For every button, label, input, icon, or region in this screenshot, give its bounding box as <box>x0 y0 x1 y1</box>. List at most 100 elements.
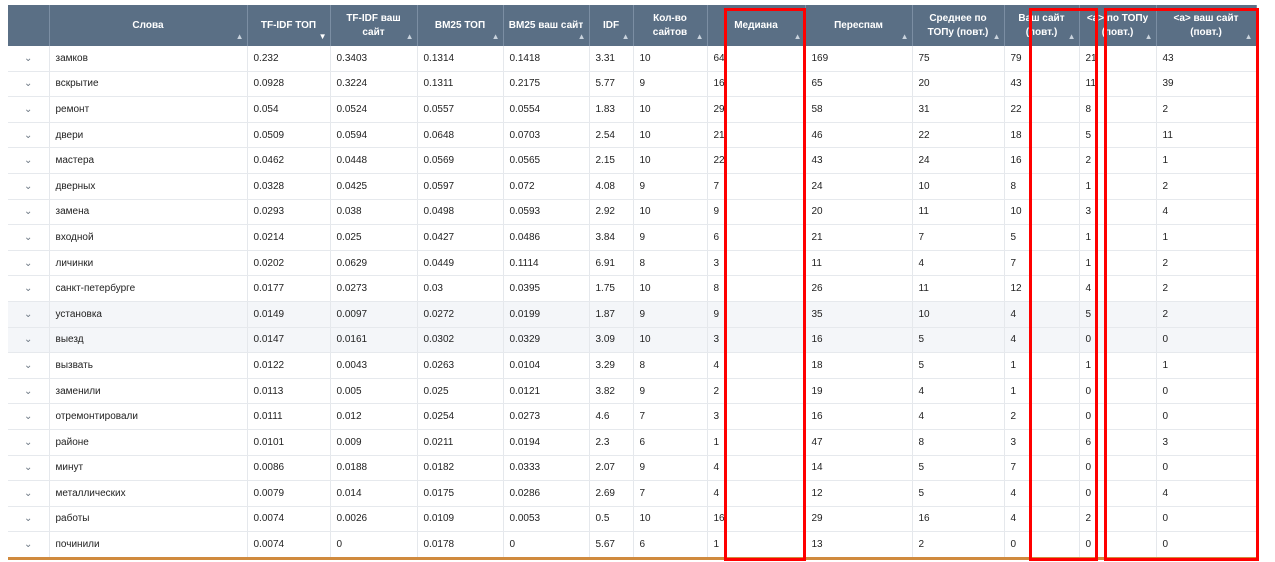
expand-row-chevron-icon[interactable]: ⌄ <box>8 506 50 533</box>
value-cell: 6.91 <box>589 250 634 277</box>
expand-header <box>8 5 50 46</box>
expand-row-chevron-icon[interactable]: ⌄ <box>8 327 50 354</box>
value-cell: 4 <box>1004 301 1080 328</box>
col-header-tfidf-site[interactable]: TF-IDF ваш сайт ▲ <box>330 5 418 46</box>
value-cell: 2.69 <box>589 480 634 507</box>
col-header-your-site[interactable]: Ваш сайт (повт.) ▲ <box>1004 5 1080 46</box>
table-row[interactable]: ⌄ заменили 0.0113 0.005 0.025 0.0121 3.82 9 2 19 4… <box>8 378 1257 405</box>
value-cell: 0.0104 <box>503 352 590 379</box>
table-row[interactable]: ⌄ работы 0.0074 0.0026 0.0109 0.0053 0.5 10 16 29… <box>8 506 1257 533</box>
sort-asc-icon[interactable]: ▲ <box>492 30 500 44</box>
value-cell: 4 <box>912 250 1005 277</box>
col-header-bm25-site[interactable]: BM25 ваш сайт ▲ <box>503 5 590 46</box>
table-row[interactable]: ⌄ дверных 0.0328 0.0425 0.0597 0.072 4.08 9 7 24 1… <box>8 173 1257 200</box>
value-cell: 0.3224 <box>330 71 418 98</box>
expand-row-chevron-icon[interactable]: ⌄ <box>8 480 50 507</box>
table-row[interactable]: ⌄ вызвать 0.0122 0.0043 0.0263 0.0104 3.29 8 4 18… <box>8 352 1257 379</box>
col-header-idf[interactable]: IDF ▲ <box>589 5 634 46</box>
sort-asc-icon[interactable]: ▲ <box>578 30 586 44</box>
col-header-tfidf-top[interactable]: TF-IDF ТОП ▼ <box>247 5 331 46</box>
value-cell: 0.0053 <box>503 506 590 533</box>
expand-row-chevron-icon[interactable]: ⌄ <box>8 199 50 226</box>
value-cell: 2 <box>1079 147 1157 174</box>
col-header-spam[interactable]: Переспам ▲ <box>805 5 913 46</box>
value-cell: 5 <box>912 352 1005 379</box>
table-row[interactable]: ⌄ районе 0.0101 0.009 0.0211 0.0194 2.3 6 1 47 8 3 6… <box>8 429 1257 456</box>
col-header-avg-top[interactable]: Среднее по ТОПу (повт.) ▲ <box>912 5 1005 46</box>
expand-row-chevron-icon[interactable]: ⌄ <box>8 122 50 149</box>
expand-row-chevron-icon[interactable]: ⌄ <box>8 455 50 482</box>
table-row[interactable]: ⌄ замена 0.0293 0.038 0.0498 0.0593 2.92 10 9 20 1… <box>8 199 1257 226</box>
value-cell: 9 <box>633 301 708 328</box>
value-cell: 0.3403 <box>330 46 418 72</box>
table-row[interactable]: ⌄ вскрытие 0.0928 0.3224 0.1311 0.2175 5.77 9 16… <box>8 71 1257 98</box>
col-header-anchor-site[interactable]: <a> ваш сайт (повт.) ▲ <box>1156 5 1257 46</box>
expand-row-chevron-icon[interactable]: ⌄ <box>8 429 50 456</box>
value-cell: 2.54 <box>589 122 634 149</box>
col-header-median[interactable]: Медиана ▲ <box>707 5 806 46</box>
expand-row-chevron-icon[interactable]: ⌄ <box>8 275 50 302</box>
expand-row-chevron-icon[interactable]: ⌄ <box>8 147 50 174</box>
value-cell: 0.0425 <box>330 173 418 200</box>
col-header-sites-count[interactable]: Кол-во сайтов ▲ <box>633 5 708 46</box>
value-cell: 16 <box>707 71 806 98</box>
value-cell: 3 <box>1004 429 1080 456</box>
expand-row-chevron-icon[interactable]: ⌄ <box>8 224 50 251</box>
sort-asc-icon[interactable]: ▲ <box>1068 30 1076 44</box>
value-cell: 0.0648 <box>417 122 504 149</box>
value-cell: 1 <box>1156 352 1257 379</box>
sort-asc-icon[interactable]: ▲ <box>696 30 704 44</box>
table-row[interactable]: ⌄ отремонтировали 0.0111 0.012 0.0254 0.0273 4… <box>8 403 1257 430</box>
sort-asc-icon[interactable]: ▲ <box>622 30 630 44</box>
value-cell: 7 <box>633 403 708 430</box>
table-row[interactable]: ⌄ минут 0.0086 0.0188 0.0182 0.0333 2.07 9 4 14 5 7… <box>8 455 1257 482</box>
expand-row-chevron-icon[interactable]: ⌄ <box>8 352 50 379</box>
table-row[interactable]: ⌄ установка 0.0149 0.0097 0.0272 0.0199 1.87 9 9… <box>8 301 1257 328</box>
table-row[interactable]: ⌄ металлических 0.0079 0.014 0.0175 0.0286 2.6… <box>8 480 1257 507</box>
value-cell: 10 <box>1004 199 1080 226</box>
table-row[interactable]: ⌄ двери 0.0509 0.0594 0.0648 0.0703 2.54 10 21 46… <box>8 122 1257 149</box>
term-cell: металлических <box>49 480 248 507</box>
value-cell: 8 <box>912 429 1005 456</box>
expand-row-chevron-icon[interactable]: ⌄ <box>8 378 50 405</box>
value-cell: 46 <box>805 122 913 149</box>
expand-row-chevron-icon[interactable]: ⌄ <box>8 403 50 430</box>
value-cell: 0 <box>1004 531 1080 560</box>
expand-row-chevron-icon[interactable]: ⌄ <box>8 531 50 560</box>
value-cell: 3 <box>707 327 806 354</box>
expand-row-chevron-icon[interactable]: ⌄ <box>8 173 50 200</box>
value-cell: 1.87 <box>589 301 634 328</box>
sort-asc-icon[interactable]: ▲ <box>993 30 1001 44</box>
col-header-bm25-top[interactable]: BM25 ТОП ▲ <box>417 5 504 46</box>
table-row[interactable]: ⌄ мастера 0.0462 0.0448 0.0569 0.0565 2.15 10 22… <box>8 147 1257 174</box>
col-header-anchor-top[interactable]: <a> по ТОПу (повт.) ▲ <box>1079 5 1157 46</box>
table-row[interactable]: ⌄ входной 0.0214 0.025 0.0427 0.0486 3.84 9 6 21 7… <box>8 224 1257 251</box>
sort-asc-icon[interactable]: ▲ <box>1245 30 1253 44</box>
col-header-words[interactable]: Слова ▲ <box>49 5 248 46</box>
value-cell: 0.012 <box>330 403 418 430</box>
table-row[interactable]: ⌄ замков 0.232 0.3403 0.1314 0.1418 3.31 10 64 16… <box>8 46 1257 72</box>
table-row[interactable]: ⌄ ремонт 0.054 0.0524 0.0557 0.0554 1.83 10 29 58… <box>8 96 1257 123</box>
value-cell: 0.0175 <box>417 480 504 507</box>
sort-asc-icon[interactable]: ▲ <box>1145 30 1153 44</box>
value-cell: 3.82 <box>589 378 634 405</box>
sort-asc-icon[interactable]: ▲ <box>794 30 802 44</box>
sort-desc-icon[interactable]: ▼ <box>319 30 327 44</box>
table-row[interactable]: ⌄ личинки 0.0202 0.0629 0.0449 0.1114 6.91 8 3 11… <box>8 250 1257 277</box>
expand-row-chevron-icon[interactable]: ⌄ <box>8 301 50 328</box>
expand-row-chevron-icon[interactable]: ⌄ <box>8 46 50 72</box>
sort-asc-icon[interactable]: ▲ <box>901 30 909 44</box>
value-cell: 0.0161 <box>330 327 418 354</box>
value-cell: 0.0328 <box>247 173 331 200</box>
expand-row-chevron-icon[interactable]: ⌄ <box>8 71 50 98</box>
term-cell: замков <box>49 46 248 72</box>
table-row[interactable]: ⌄ санкт-петербурге 0.0177 0.0273 0.03 0.0395 1… <box>8 275 1257 302</box>
expand-row-chevron-icon[interactable]: ⌄ <box>8 250 50 277</box>
table-row[interactable]: ⌄ выезд 0.0147 0.0161 0.0302 0.0329 3.09 10 3 16 5… <box>8 327 1257 354</box>
value-cell: 0.0122 <box>247 352 331 379</box>
table-row[interactable]: ⌄ починили 0.0074 0 0.0178 0 5.67 6 1 13 2 0 0 0 <box>8 531 1257 560</box>
expand-row-chevron-icon[interactable]: ⌄ <box>8 96 50 123</box>
sort-asc-icon[interactable]: ▲ <box>406 30 414 44</box>
sort-asc-icon[interactable]: ▲ <box>236 30 244 44</box>
value-cell: 0.0026 <box>330 506 418 533</box>
